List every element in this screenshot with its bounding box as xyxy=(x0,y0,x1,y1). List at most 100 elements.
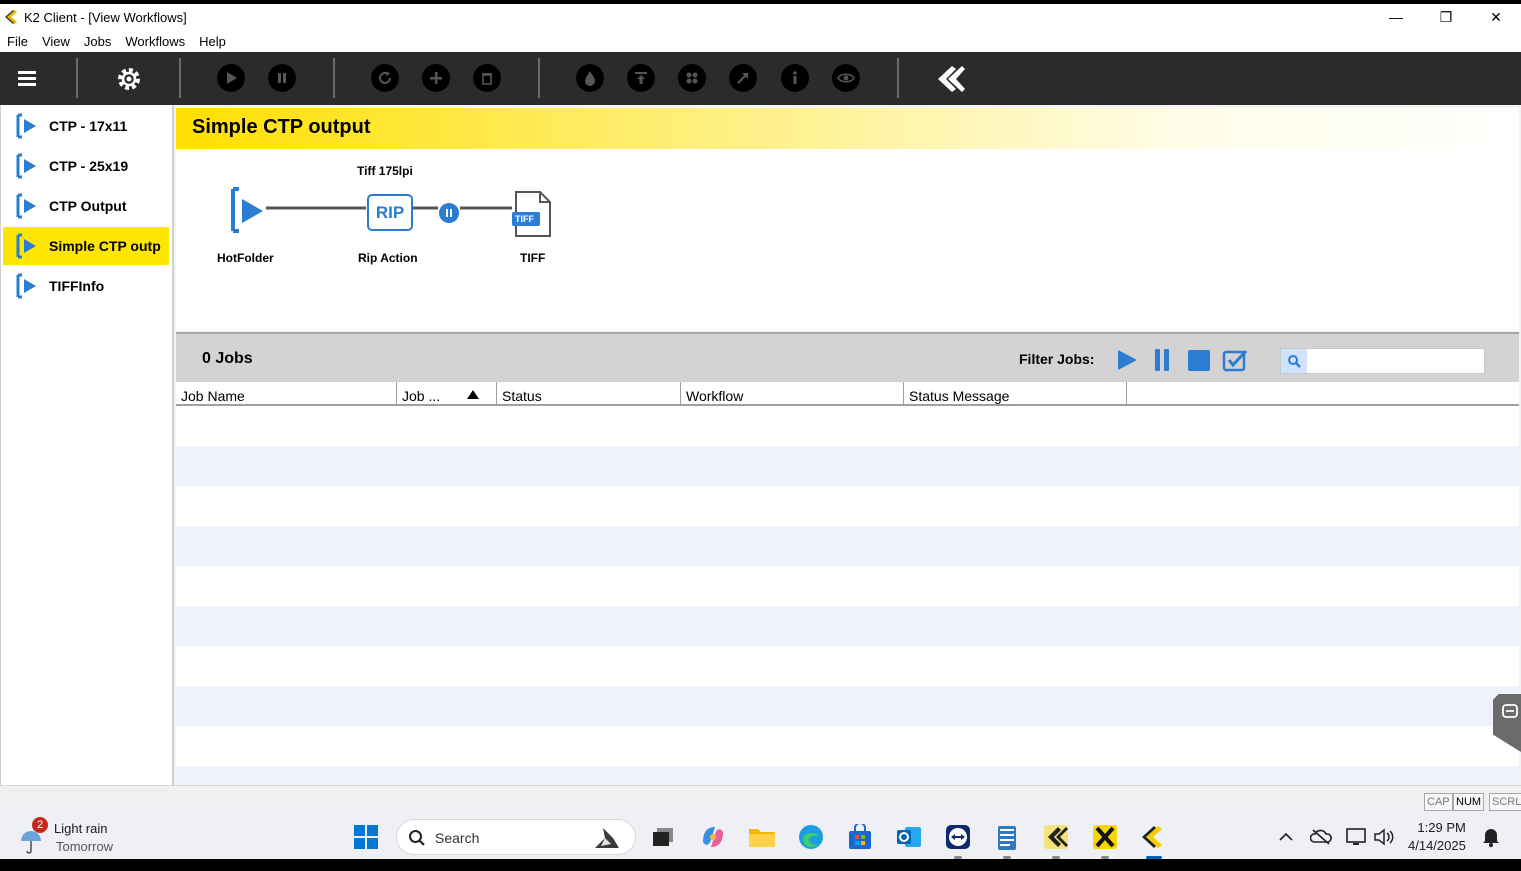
status-bar: CAP NUM SCRL xyxy=(0,785,1521,811)
menu-icon[interactable] xyxy=(14,66,40,90)
add-icon[interactable] xyxy=(422,64,450,92)
move-icon[interactable] xyxy=(729,64,757,92)
close-button[interactable]: ✕ xyxy=(1471,4,1521,30)
restore-button[interactable]: ❐ xyxy=(1421,4,1471,30)
menu-workflows[interactable]: Workflows xyxy=(118,34,192,49)
column-job-name[interactable]: Job Name xyxy=(176,382,397,406)
table-row xyxy=(176,526,1519,566)
workflow-header: Simple CTP output xyxy=(176,108,1519,149)
tiff-label: TIFF xyxy=(520,251,546,265)
workflow-item-selected[interactable]: Simple CTP outp xyxy=(3,227,169,265)
output-icon[interactable] xyxy=(627,64,655,92)
jobs-bar: 0 Jobs Filter Jobs: xyxy=(176,332,1519,382)
filter-stopped-icon[interactable] xyxy=(1186,347,1212,373)
column-workflow[interactable]: Workflow xyxy=(681,382,904,406)
task-view-icon[interactable] xyxy=(647,821,679,853)
gear-icon[interactable] xyxy=(114,64,144,94)
xpress-app-icon[interactable] xyxy=(1089,821,1121,853)
rip-action-node[interactable]: RIP xyxy=(367,194,413,231)
rain-umbrella-icon xyxy=(21,831,41,854)
tiff-file-icon[interactable]: TIFF xyxy=(512,190,552,238)
column-job-sorted[interactable]: Job ... xyxy=(397,382,497,406)
search-highlight-icon xyxy=(595,828,619,848)
menu-file[interactable]: File xyxy=(0,34,35,49)
minimize-button[interactable]: — xyxy=(1371,4,1421,30)
preview-icon[interactable] xyxy=(832,64,860,92)
toolbar-separator xyxy=(179,58,181,98)
hotfolder-label: HotFolder xyxy=(217,251,274,265)
filter-paused-icon[interactable] xyxy=(1150,347,1176,373)
workflow-diagram: HotFolder Tiff 175lpi RIP Rip Action TIF… xyxy=(176,149,1519,331)
filter-completed-icon[interactable] xyxy=(1222,347,1248,373)
k2-client-window: K2 Client - [View Workflows] — ❐ ✕ File … xyxy=(0,4,1521,863)
microsoft-store-icon[interactable] xyxy=(844,821,876,853)
k2-client-active-icon[interactable] xyxy=(1138,821,1170,853)
rip-badge: RIP xyxy=(375,202,405,222)
title-bar: K2 Client - [View Workflows] — ❐ ✕ xyxy=(0,4,1521,30)
workflow-icon xyxy=(16,153,36,179)
chevron-up-icon[interactable] xyxy=(1270,821,1302,853)
delete-icon[interactable] xyxy=(473,64,501,92)
rip-action-label: Rip Action xyxy=(358,251,418,265)
toolbar xyxy=(0,52,1521,105)
teamviewer-icon[interactable] xyxy=(942,821,974,853)
notepad-icon[interactable] xyxy=(991,821,1023,853)
onedrive-offline-icon[interactable] xyxy=(1305,821,1337,853)
workflow-icon xyxy=(16,233,36,259)
notification-bell-icon[interactable] xyxy=(1475,821,1507,853)
hotfolder-node-icon[interactable] xyxy=(229,187,267,233)
table-row xyxy=(176,766,1519,785)
play-icon[interactable] xyxy=(217,64,245,92)
k2-logo xyxy=(932,64,966,94)
menu-bar: File View Jobs Workflows Help xyxy=(0,30,1521,52)
jobs-grid-body xyxy=(176,406,1519,785)
rip-setting-label: Tiff 175lpi xyxy=(357,164,413,178)
menu-jobs[interactable]: Jobs xyxy=(77,34,118,49)
job-search-box xyxy=(1280,348,1485,374)
taskbar-search[interactable]: Search xyxy=(396,819,636,855)
pause-node-icon[interactable] xyxy=(439,203,459,223)
caps-lock-indicator: CAP xyxy=(1424,793,1453,811)
ink-drop-icon[interactable] xyxy=(576,64,604,92)
workflow-icon xyxy=(16,113,36,139)
clock-time: 1:29 PM xyxy=(1417,820,1466,835)
copilot-icon[interactable] xyxy=(697,821,729,853)
taskbar-clock[interactable]: 1:29 PM 4/14/2025 xyxy=(1408,819,1466,855)
info-icon[interactable] xyxy=(781,64,809,92)
workflow-item[interactable]: TIFFInfo xyxy=(3,267,169,305)
table-row xyxy=(176,726,1519,766)
search-icon[interactable] xyxy=(1281,349,1307,373)
workflow-list: CTP - 17x11 CTP - 25x19 CTP Output Simpl… xyxy=(0,105,174,785)
file-explorer-icon[interactable] xyxy=(746,821,778,853)
pause-icon[interactable] xyxy=(268,64,296,92)
windows-start-icon[interactable] xyxy=(350,821,382,853)
edge-browser-icon[interactable] xyxy=(795,821,827,853)
clock-date: 4/14/2025 xyxy=(1408,838,1466,853)
table-row xyxy=(176,646,1519,686)
filter-running-icon[interactable] xyxy=(1114,347,1140,373)
k2-app-icon xyxy=(4,9,18,25)
sort-ascending-icon xyxy=(467,390,479,399)
workflow-item[interactable]: CTP - 25x19 xyxy=(3,147,169,185)
outlook-icon[interactable] xyxy=(893,821,925,853)
toolbar-separator xyxy=(76,58,78,98)
filter-jobs-label: Filter Jobs: xyxy=(1019,351,1095,367)
jobs-grid-header: Job Name Job ... Status Workflow Status … xyxy=(176,382,1519,406)
menu-help[interactable]: Help xyxy=(192,34,233,49)
refresh-icon[interactable] xyxy=(371,64,399,92)
grid-icon[interactable] xyxy=(678,64,706,92)
window-title: K2 Client - [View Workflows] xyxy=(24,9,187,25)
workflow-item[interactable]: CTP - 17x11 xyxy=(3,107,169,145)
workflow-title: Simple CTP output xyxy=(192,116,371,138)
scroll-lock-indicator: SCRL xyxy=(1489,793,1521,811)
volume-icon[interactable] xyxy=(1368,821,1400,853)
weather-condition: Light rain xyxy=(54,821,108,836)
menu-view[interactable]: View xyxy=(35,34,77,49)
taskbar: 2 Light rain Tomorrow Search 1:29 PM 4/1… xyxy=(0,811,1521,863)
job-search-input[interactable] xyxy=(1309,351,1481,371)
tiff-badge: TIFF xyxy=(515,214,534,224)
workflow-item[interactable]: CTP Output xyxy=(3,187,169,225)
k2-app-taskbar-icon[interactable] xyxy=(1040,821,1072,853)
column-status-message[interactable]: Status Message xyxy=(904,382,1127,406)
column-status[interactable]: Status xyxy=(497,382,681,406)
